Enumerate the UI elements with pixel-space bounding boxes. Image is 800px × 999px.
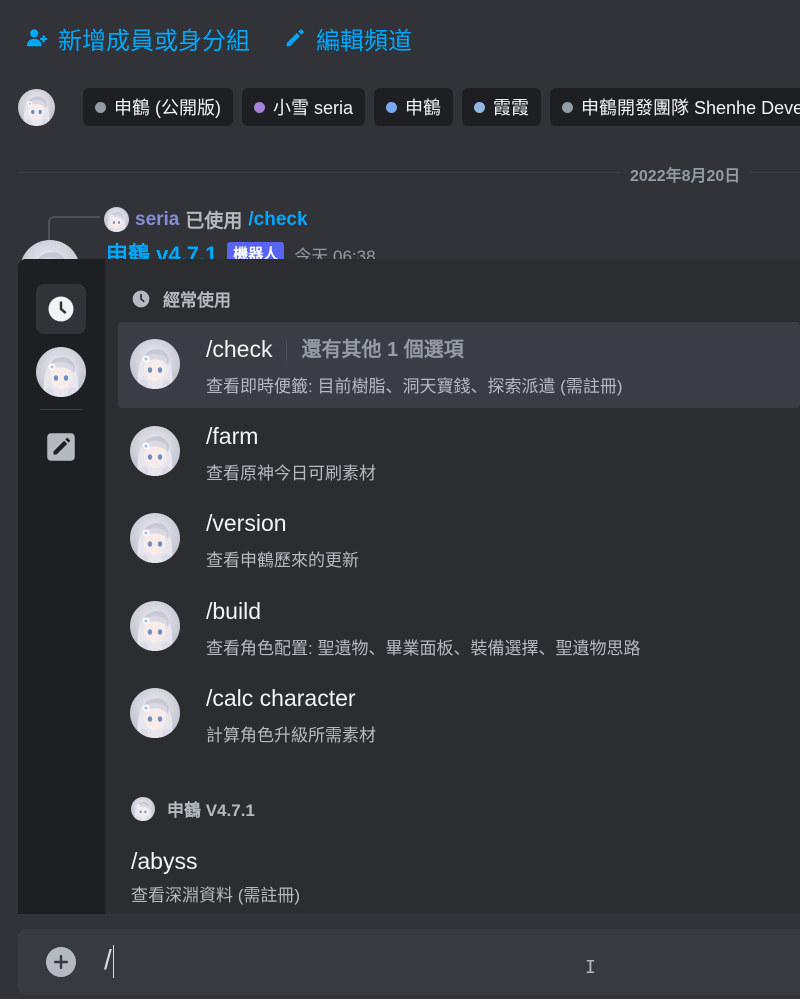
message-header: 申鶴 v4.7.1 機器人 今天 06:38 (106, 240, 376, 260)
command-option[interactable]: /check 還有其他 1 個選項 查看即時便籤: 目前樹脂、洞天寶錢、探索派遣… (118, 322, 800, 408)
thread-label: 霞霞 (493, 98, 530, 118)
thread-label: 申鶴 (公開版) (114, 98, 221, 118)
plus-circle-icon (54, 955, 68, 969)
command-extra-options: 還有其他 1 個選項 (286, 338, 464, 361)
command-option[interactable]: /abyss 查看深淵資料 (需註冊) (131, 848, 300, 906)
command-name: /check (206, 336, 273, 362)
command-autocomplete: 經常使用 /check 還有其他 1 個選項 查看即時便籤: 目前樹脂、洞天寶錢… (18, 259, 800, 914)
command-description: 查看角色配置: 聖遺物、畢業面板、裝備選擇、聖遺物思路 (206, 639, 641, 658)
thread-chip[interactable]: 申鶴開發團隊 Shenhe Deve (550, 88, 800, 126)
thread-label: 申鶴 (405, 98, 442, 118)
reply-reference[interactable]: seria 已使用 /check (104, 206, 308, 233)
bot-avatar (130, 513, 180, 563)
clock-icon (48, 296, 74, 322)
bot-heading-label: 申鶴 V4.7.1 (167, 801, 255, 820)
edit-channel-label: 編輯頻道 (316, 27, 412, 55)
thread-status-dot (386, 101, 398, 113)
message-timestamp: 今天 06:38 (294, 246, 376, 261)
frequent-heading-label: 經常使用 (163, 291, 231, 310)
thread-chip[interactable]: 小雪 seria (242, 88, 366, 126)
bot-avatar (130, 426, 180, 476)
recent-category-button[interactable] (36, 284, 86, 334)
pencil-icon (286, 29, 304, 47)
command-option[interactable]: /farm 查看原神今日可刷素材 (118, 409, 800, 495)
thread-status-dot (95, 101, 106, 113)
thread-status-dot (474, 101, 486, 113)
date-label: 2022年8月20日 (620, 162, 751, 186)
bot-badge: 機器人 (227, 241, 285, 260)
thread-label: 申鶴開發團隊 Shenhe Deve (581, 98, 800, 118)
bot-category-button[interactable] (36, 347, 86, 397)
message-input[interactable]: / (104, 944, 112, 976)
bot-avatar (130, 688, 180, 738)
command-category-rail (18, 259, 105, 914)
command-description: 查看深淵資料 (需註冊) (131, 886, 301, 905)
command-name: /version (206, 510, 287, 536)
thread-chip[interactable]: 申鶴 (公開版) (83, 88, 233, 126)
command-description: 查看原神今日可刷素材 (206, 464, 376, 483)
command-description: 查看申鶴歷來的更新 (206, 551, 359, 570)
command-name-row: /check 還有其他 1 個選項 (206, 336, 464, 363)
command-description: 計算角色升級所需素材 (206, 726, 376, 745)
command-option[interactable]: /build 查看角色配置: 聖遺物、畢業面板、裝備選擇、聖遺物思路 (118, 584, 800, 670)
bot-avatar (36, 347, 86, 397)
command-description: 查看即時便籤: 目前樹脂、洞天寶錢、探索派遣 (需註冊) (206, 377, 623, 396)
command-name: /calc character (206, 685, 356, 711)
command-option[interactable]: /version 查看申鶴歷來的更新 (118, 496, 800, 582)
thread-label: 小雪 seria (273, 98, 354, 118)
thread-chip[interactable]: 申鶴 (374, 88, 454, 126)
person-add-icon (26, 29, 48, 47)
thread-status-dot (254, 101, 265, 113)
message-author[interactable]: 申鶴 v4.7.1 (106, 240, 217, 260)
reply-username[interactable]: seria (135, 209, 179, 231)
reply-command[interactable]: /check (248, 209, 307, 231)
add-members-label: 新增成員或身分組 (58, 27, 250, 55)
text-caret (113, 945, 114, 978)
edit-channel-button[interactable]: 編輯頻道 (284, 21, 412, 56)
channel-actions: 新增成員或身分組 編輯頻道 (26, 21, 412, 56)
bot-section-heading: 申鶴 V4.7.1 (131, 796, 255, 821)
reply-avatar (104, 207, 129, 232)
attach-button[interactable] (46, 947, 76, 977)
mouse-ibeam-cursor: I (585, 957, 596, 978)
pencil-square-icon (47, 433, 75, 461)
other-apps-button[interactable] (36, 422, 86, 472)
thread-bar: 申鶴 (公開版) 小雪 seria 申鶴 霞霞 申鶴開發團隊 Shenhe De… (18, 88, 800, 126)
frequent-section-heading: 經常使用 (131, 286, 231, 311)
command-option[interactable]: /calc character 計算角色升級所需素材 (118, 671, 800, 757)
reply-used-text: 已使用 (185, 211, 243, 232)
command-name: /build (206, 598, 261, 624)
thread-chip[interactable]: 霞霞 (462, 88, 542, 126)
bot-avatar (130, 601, 180, 651)
rail-divider (40, 409, 82, 410)
bot-avatar (131, 797, 155, 821)
message-input-bar: / I (18, 929, 800, 995)
add-members-button[interactable]: 新增成員或身分組 (26, 21, 250, 56)
clock-icon (132, 290, 150, 307)
bot-avatar (130, 339, 180, 389)
server-avatar[interactable] (18, 89, 55, 126)
command-name: /abyss (131, 848, 198, 874)
command-name: /farm (206, 423, 259, 449)
thread-status-dot (562, 101, 574, 113)
